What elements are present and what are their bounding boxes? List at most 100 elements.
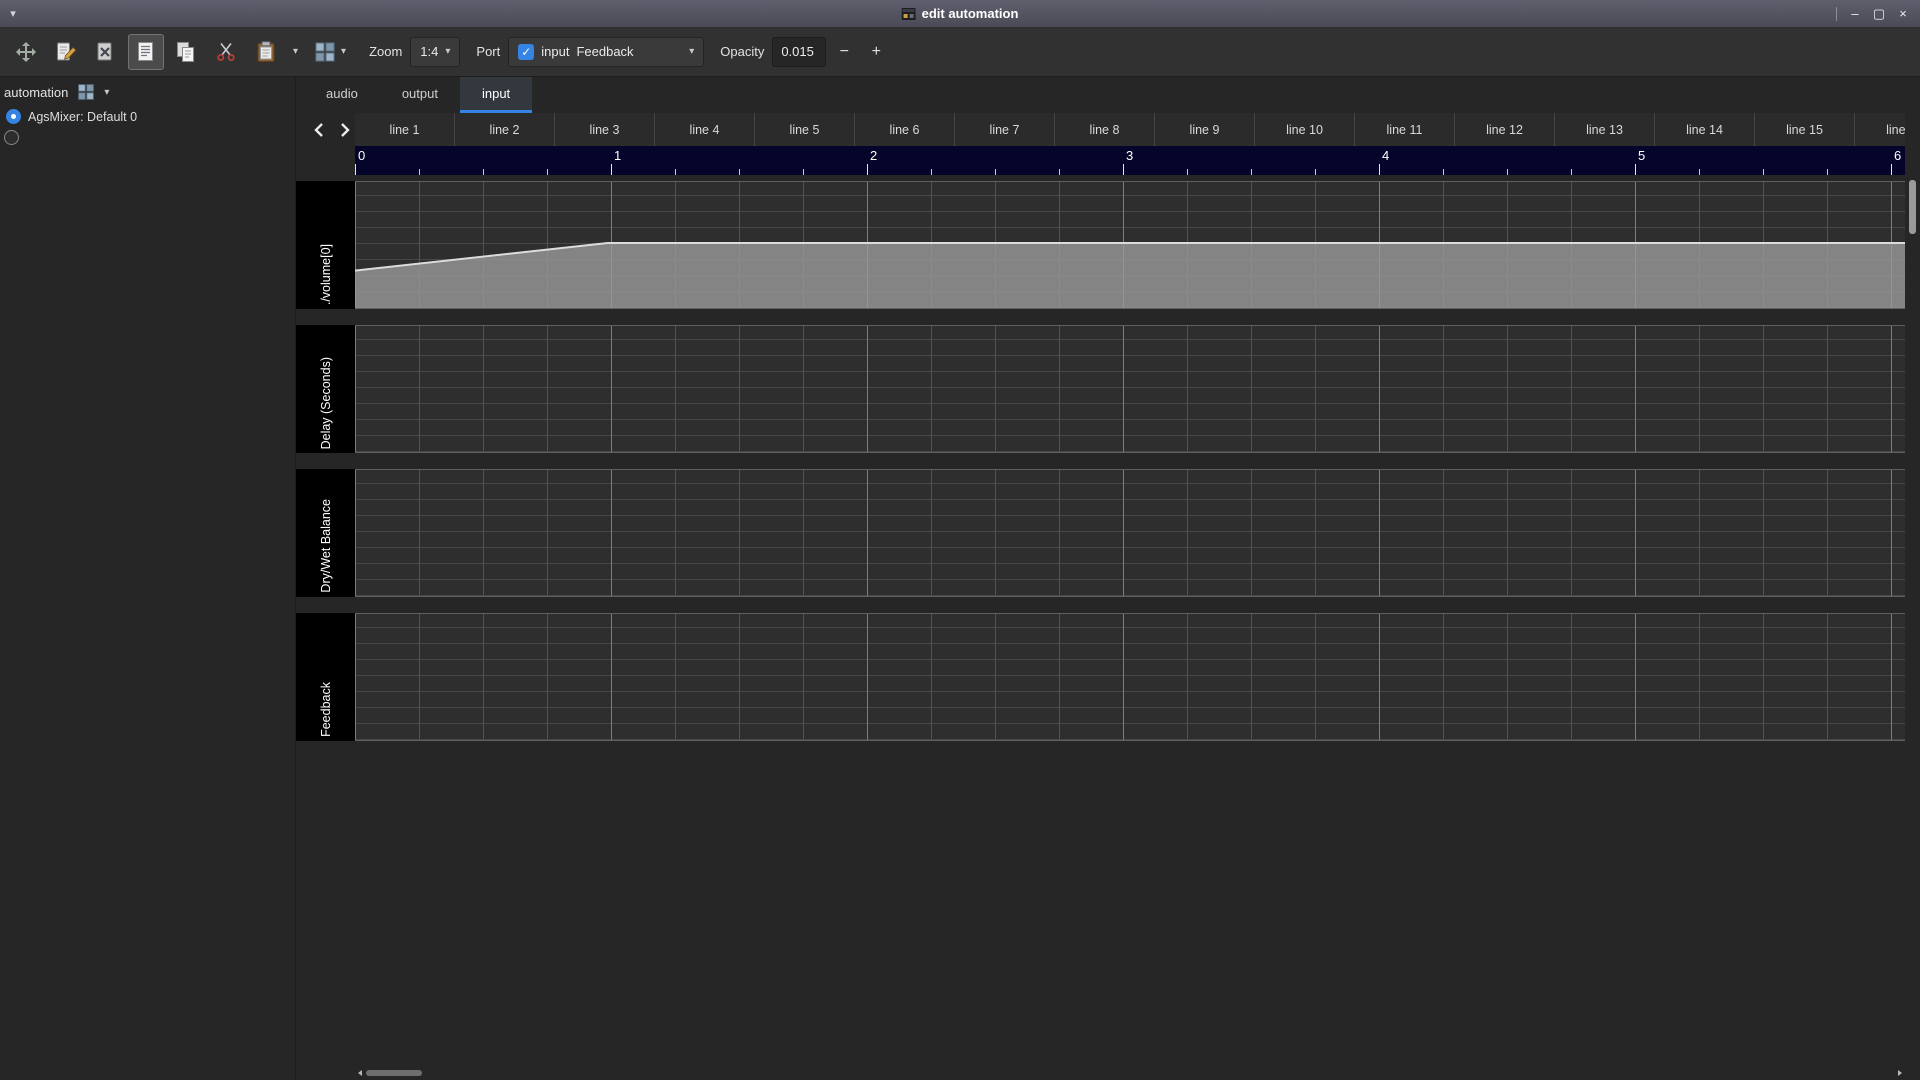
track-label-text: ./volume[0]	[319, 244, 333, 305]
pencil-pad-icon	[54, 40, 78, 64]
line-header: line 16	[1855, 113, 1905, 146]
chevron-down-icon: ▾	[689, 46, 694, 57]
machine-radio[interactable]	[4, 130, 19, 145]
line-header: line 12	[1455, 113, 1555, 146]
automation-grid-delay[interactable]	[355, 325, 1905, 453]
horizontal-scrollbar[interactable]	[355, 1066, 1905, 1080]
selection-document-icon	[134, 40, 158, 64]
machine-radio-row[interactable]: AgsMixer: Default 0	[0, 105, 295, 126]
ruler-number: 6	[1894, 148, 1901, 163]
zoom-label: Zoom	[369, 44, 402, 59]
machine-selector-menu-button[interactable]: ▾	[104, 87, 109, 98]
copy-button[interactable]	[168, 34, 204, 70]
horizontal-scrollbar-thumb[interactable]	[366, 1070, 422, 1076]
ruler-number: 4	[1382, 148, 1389, 163]
close-button[interactable]: ×	[1892, 4, 1914, 24]
time-ruler: 0 1 2 3 4 5 6	[355, 146, 1905, 175]
ruler-number: 2	[870, 148, 877, 163]
port-enabled-checkbox[interactable]: ✓	[518, 44, 534, 60]
automation-grid-feedback[interactable]	[355, 613, 1905, 741]
titlebar: ▾ edit automation – ▢ ×	[0, 0, 1920, 27]
clear-tool-button[interactable]	[88, 34, 124, 70]
scroll-left-button[interactable]	[306, 117, 332, 143]
window-menu-caret-icon: ▾	[10, 7, 16, 20]
track-label: Dry/Wet Balance	[296, 469, 355, 597]
channel-tabs: audio output input	[296, 77, 1920, 113]
opacity-increment-button[interactable]: +	[862, 37, 890, 67]
maximize-button[interactable]: ▢	[1868, 4, 1890, 24]
move-cross-icon	[14, 40, 38, 64]
line-headers: line 1 line 2 line 3 line 4 line 5 line …	[355, 113, 1905, 146]
automation-editor: audio output input line 1 line 2 line 3 …	[296, 77, 1920, 1080]
line-header: line 3	[555, 113, 655, 146]
minimize-button[interactable]: –	[1844, 4, 1866, 24]
edit-tool-button[interactable]	[48, 34, 84, 70]
track-label: Delay (Seconds)	[296, 325, 355, 453]
zoom-value: 1:4	[420, 44, 438, 59]
port-label: Port	[476, 44, 500, 59]
track-label-text: Feedback	[319, 682, 333, 737]
line-header: line 1	[355, 113, 455, 146]
machine-radio-label: AgsMixer: Default 0	[28, 110, 137, 124]
position-tool-button[interactable]	[8, 34, 44, 70]
zoom-select[interactable]: 1:4 ▾	[410, 37, 460, 67]
scrollbar-left-arrow-icon[interactable]	[355, 1069, 365, 1077]
chevron-left-icon	[313, 122, 325, 138]
edit-automation-window: ▾ edit automation – ▢ ×	[0, 0, 1920, 1080]
machine-selector-panel: automation ▾ AgsMixer: Default 0	[0, 77, 296, 1080]
clipboard-icon	[254, 40, 278, 64]
chevron-down-icon: ▾	[293, 46, 298, 57]
toolbar: ▾ ▾ Zoom 1:4 ▾ Port ✓ input Feedback ▾ O…	[0, 27, 1920, 77]
tab-output[interactable]: output	[380, 77, 460, 113]
port-select[interactable]: ✓ input Feedback ▾	[508, 37, 704, 67]
paste-button[interactable]	[248, 34, 284, 70]
chevron-down-icon: ▾	[341, 46, 346, 57]
cut-button[interactable]	[208, 34, 244, 70]
machine-radio[interactable]	[6, 109, 21, 124]
window-title-group: edit automation	[902, 6, 1019, 21]
machine-radio-row[interactable]	[0, 126, 295, 147]
track-label: ./volume[0]	[296, 181, 355, 309]
automation-heading: automation	[4, 85, 68, 100]
tool-menu-button[interactable]: ▾	[288, 46, 303, 57]
ruler-number: 1	[614, 148, 621, 163]
vertical-scrollbar[interactable]	[1905, 146, 1920, 1066]
ruler-number: 5	[1638, 148, 1645, 163]
port-toggle-label: input	[541, 44, 569, 59]
line-header: line 15	[1755, 113, 1855, 146]
opacity-input[interactable]	[772, 37, 826, 67]
copy-pages-icon	[174, 40, 198, 64]
opacity-decrement-button[interactable]: −	[830, 37, 858, 67]
vertical-scrollbar-thumb[interactable]	[1909, 180, 1916, 234]
line-header: line 2	[455, 113, 555, 146]
ruler-number: 0	[358, 148, 365, 163]
line-header: line 13	[1555, 113, 1655, 146]
tab-audio[interactable]: audio	[304, 77, 380, 113]
automation-track-delay: Delay (Seconds)	[296, 325, 1905, 453]
automation-track-volume: ./volume[0]	[296, 181, 1905, 309]
line-header: line 4	[655, 113, 755, 146]
machine-tool-popup-button[interactable]: ▾	[307, 34, 353, 70]
line-header: line 11	[1355, 113, 1455, 146]
automation-track-feedback: Feedback	[296, 613, 1905, 741]
machine-icon	[314, 41, 336, 63]
scrollbar-right-arrow-icon[interactable]	[1895, 1069, 1905, 1077]
titlebar-separator	[1836, 7, 1837, 21]
track-label: Feedback	[296, 613, 355, 741]
ruler-number: 3	[1126, 148, 1133, 163]
machine-selector-header: automation ▾	[0, 77, 295, 105]
window-title: edit automation	[922, 6, 1019, 21]
ruler-major-ticks	[355, 164, 1905, 175]
window-menu-button[interactable]: ▾	[0, 0, 26, 27]
app-icon	[902, 8, 916, 20]
track-label-text: Delay (Seconds)	[319, 357, 333, 449]
chevron-right-icon	[339, 122, 351, 138]
line-header: line 8	[1055, 113, 1155, 146]
automation-grid-volume[interactable]	[355, 181, 1905, 309]
automation-grid-dry-wet[interactable]	[355, 469, 1905, 597]
select-tool-button[interactable]	[128, 34, 164, 70]
line-header: line 6	[855, 113, 955, 146]
line-header-row: line 1 line 2 line 3 line 4 line 5 line …	[296, 113, 1905, 146]
tab-input[interactable]: input	[460, 77, 532, 113]
line-header: line 14	[1655, 113, 1755, 146]
